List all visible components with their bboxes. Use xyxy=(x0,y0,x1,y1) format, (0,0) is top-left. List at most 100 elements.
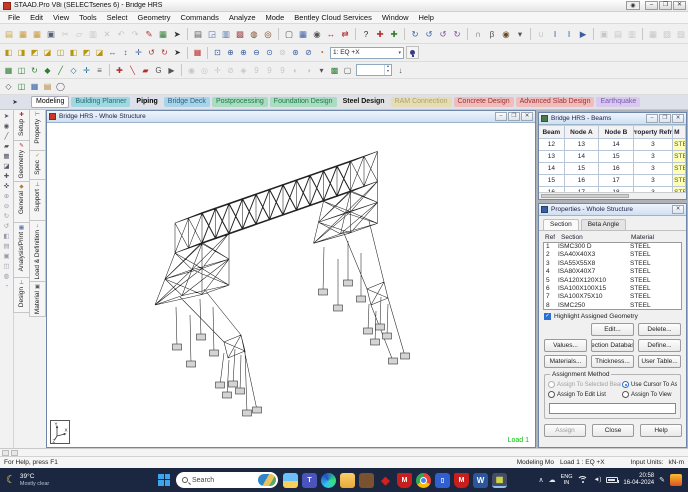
notification-icon[interactable] xyxy=(670,474,682,486)
menu-item[interactable]: File xyxy=(3,13,25,22)
menu-item[interactable]: Tools xyxy=(74,13,102,22)
parametric-models-icon[interactable]: ◫ xyxy=(15,80,28,93)
view-minimize-button[interactable]: – xyxy=(495,112,507,121)
help-icon[interactable]: ? xyxy=(359,27,373,41)
word-icon[interactable]: W xyxy=(473,472,488,488)
open-file-icon[interactable]: ▦ xyxy=(16,27,30,41)
menu-item[interactable]: Geometry xyxy=(133,13,176,22)
arc-tool-icon[interactable]: ∩ xyxy=(471,27,485,41)
tab-modeling[interactable]: Modeling xyxy=(31,95,70,109)
undo-icon[interactable]: ↶ xyxy=(114,27,128,41)
zoom-in-tool-icon[interactable]: ⊕ xyxy=(4,192,9,201)
list-item[interactable]: 8 ISMC250 STEEL xyxy=(544,302,681,309)
plates-cursor-icon[interactable]: ▰ xyxy=(4,142,9,151)
view-front-icon[interactable]: ◧ xyxy=(2,46,15,59)
assign-to-view-icon[interactable]: ▶ xyxy=(165,64,178,77)
table-row[interactable]: 15 16 17 3 STEEL xyxy=(539,175,686,187)
close-button[interactable]: Close xyxy=(592,424,634,437)
view-grid-icon[interactable]: ▤ xyxy=(3,242,9,251)
menu-item[interactable]: Bentley Cloud Services xyxy=(289,13,377,22)
open-archive-icon[interactable]: ▦ xyxy=(30,27,44,41)
redraw-icon[interactable]: ⊘ xyxy=(302,46,315,59)
start-button[interactable] xyxy=(158,473,171,487)
report-setup-icon[interactable]: ▥ xyxy=(219,27,233,41)
database-sync-icon[interactable]: ◎ xyxy=(261,27,275,41)
materials-button[interactable]: Materials... xyxy=(544,355,587,368)
zoom-window-icon[interactable]: ⊕ xyxy=(224,46,237,59)
pointer-icon[interactable]: ➤ xyxy=(170,27,184,41)
beams-column-header[interactable]: Property Refn. xyxy=(633,126,674,139)
beta-angle-icon[interactable]: β xyxy=(485,27,499,41)
sidebar-tab-load-definition[interactable]: ↓ Load & Definition xyxy=(29,220,46,282)
tail-dropdown-icon[interactable]: ▾ xyxy=(315,64,328,77)
list-item[interactable]: 6 ISA100X100X15 STEEL xyxy=(544,285,681,293)
assign-green-icon[interactable]: ✚ xyxy=(387,27,401,41)
solid-display-icon[interactable]: ▩ xyxy=(328,64,341,77)
define-button[interactable]: Define... xyxy=(638,339,681,352)
beam-cursor-icon[interactable]: ╲ xyxy=(126,64,139,77)
user-table-button[interactable]: User Table... xyxy=(638,355,681,368)
menu-item[interactable]: Analyze xyxy=(224,13,261,22)
save-icon[interactable]: ▣ xyxy=(44,27,58,41)
volume-icon[interactable]: ◄) xyxy=(593,477,601,483)
tab-steel-design[interactable]: Steel Design xyxy=(338,96,389,108)
phone-link-icon[interactable]: ▯ xyxy=(435,472,450,488)
assign-red-icon[interactable]: ✚ xyxy=(373,27,387,41)
save-view-icon[interactable]: ▦ xyxy=(646,27,660,41)
properties-close-button[interactable]: ✕ xyxy=(672,205,684,214)
table-row[interactable]: 14 15 16 3 STEEL xyxy=(539,163,686,175)
query-c-icon[interactable]: 9 xyxy=(276,64,289,77)
battery-icon[interactable] xyxy=(606,477,620,483)
sidebar-tab-design[interactable]: ⊥ Design xyxy=(13,277,30,313)
wire-display-icon[interactable]: ▢ xyxy=(341,64,354,77)
radio-use-cursor-to-assign[interactable]: Use Cursor To Assign xyxy=(622,381,677,388)
run-analysis-icon[interactable]: ▦ xyxy=(156,27,170,41)
scrollbar-thumb[interactable] xyxy=(541,194,629,198)
query-lamp-button[interactable] xyxy=(406,46,419,59)
merge-members-icon[interactable]: ⇄ xyxy=(338,27,352,41)
print-preview-icon[interactable]: ◲ xyxy=(205,27,219,41)
move-tool-icon[interactable]: ✜ xyxy=(4,182,9,191)
radio-assign-selected-beams[interactable]: Assign To Selected Beams xyxy=(548,381,621,388)
menu-item[interactable]: Mode xyxy=(261,13,290,22)
thickness-button[interactable]: Thickness... xyxy=(591,355,634,368)
view-close-button[interactable]: ✕ xyxy=(521,112,533,121)
sidebar-tab-general[interactable]: ◆ General xyxy=(13,181,30,223)
beams-column-header[interactable]: Node B xyxy=(599,126,634,139)
view-left-icon[interactable]: ◫ xyxy=(54,46,67,59)
wifi-icon[interactable] xyxy=(577,475,589,485)
mcafee-diamond-icon[interactable]: ◆ xyxy=(378,473,393,488)
view-right-icon[interactable]: ◧ xyxy=(67,46,80,59)
plate-cursor-icon[interactable]: ▰ xyxy=(139,64,152,77)
nodes-cursor-icon[interactable]: ◉ xyxy=(4,122,10,131)
staad-pro-icon[interactable]: ▦ xyxy=(492,472,507,488)
orbit-left-icon[interactable]: ↺ xyxy=(145,46,158,59)
list-item[interactable]: 4 ISA80X40X7 STEEL xyxy=(544,268,681,276)
beams-close-button[interactable]: ✕ xyxy=(672,114,684,123)
menu-item[interactable]: Commands xyxy=(175,13,223,22)
beams-horizontal-scrollbar[interactable] xyxy=(539,192,686,199)
query-beam-icon[interactable]: ◎ xyxy=(198,64,211,77)
tab-building-planner[interactable]: Building Planner xyxy=(71,96,131,108)
dropdown-icon[interactable]: ▾ xyxy=(513,27,527,41)
view-pair-icon[interactable]: ◫ xyxy=(3,262,9,271)
render-icon[interactable]: ◍ xyxy=(4,272,10,281)
sidebar-tab-analysis-print[interactable]: ▦ Analysis/Print xyxy=(13,222,30,278)
assign-list-input[interactable] xyxy=(549,403,676,414)
table-row[interactable]: 13 14 15 3 STEEL xyxy=(539,151,686,163)
spin-left-icon[interactable]: ↺ xyxy=(436,27,450,41)
view-back-icon[interactable]: ◨ xyxy=(15,46,28,59)
cut-section-icon[interactable]: ⊘ xyxy=(224,64,237,77)
sidebar-tab-support[interactable]: ⊥ Support xyxy=(29,179,46,221)
grid-c-icon[interactable]: ▥ xyxy=(625,27,639,41)
pen-icon[interactable]: ✎ xyxy=(659,476,665,484)
play-animation-icon[interactable]: ▶ xyxy=(576,27,590,41)
insert-node-icon[interactable]: ◆ xyxy=(41,64,54,77)
delete-icon[interactable]: ✕ xyxy=(100,27,114,41)
clock-widget[interactable]: 20:58 16-04-2024 xyxy=(623,473,654,487)
tab-postprocessing[interactable]: Postprocessing xyxy=(211,96,268,108)
beams-window-titlebar[interactable]: Bridge HRS - Beams – ❐ ✕ xyxy=(539,113,686,125)
rotate-cw-tool-icon[interactable]: ↻ xyxy=(4,212,9,221)
zoom-extents-icon[interactable]: ⊡ xyxy=(211,46,224,59)
section-profile-icon[interactable]: I xyxy=(548,27,562,41)
